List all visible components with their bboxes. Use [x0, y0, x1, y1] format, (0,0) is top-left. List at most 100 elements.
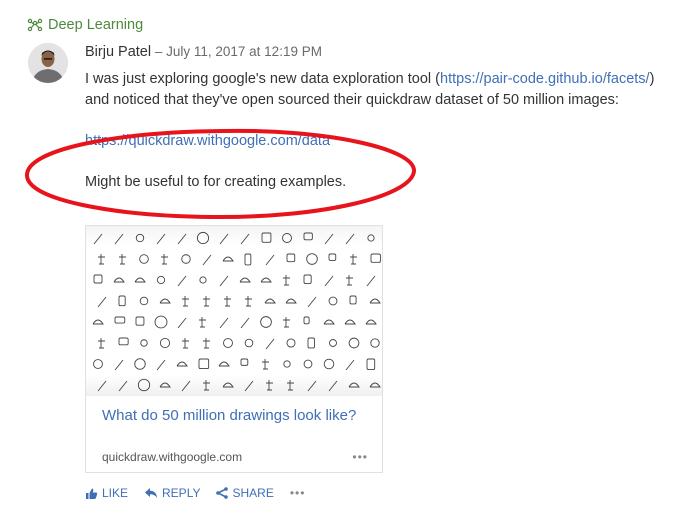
doodle	[222, 256, 234, 262]
doodle	[119, 254, 126, 265]
post-timestamp[interactable]: July 11, 2017 at 12:19 PM	[166, 44, 322, 59]
share-icon	[216, 487, 229, 499]
doodle	[199, 317, 206, 328]
doodle	[244, 380, 254, 392]
preview-source: quickdraw.withgoogle.com	[102, 450, 243, 464]
like-button[interactable]: LIKE	[85, 486, 128, 500]
doodle	[154, 315, 168, 329]
doodle	[156, 275, 166, 285]
doodle	[240, 317, 250, 329]
doodle	[328, 296, 338, 306]
doodle	[139, 296, 149, 306]
doodle	[139, 254, 149, 264]
link-preview-card[interactable]: What do 50 million drawings look like? q…	[85, 225, 383, 473]
doodle	[222, 382, 234, 388]
doodle	[137, 378, 151, 392]
doodle	[303, 232, 313, 241]
post-header: Birju Patel – July 11, 2017 at 12:19 PM	[85, 44, 322, 60]
doodle	[203, 296, 210, 307]
doodle	[98, 254, 105, 265]
quickdraw-data-link[interactable]: https://quickdraw.withgoogle.com/data	[85, 133, 330, 149]
doodle	[369, 298, 381, 304]
doodle-grid	[92, 231, 381, 392]
doodle	[283, 275, 290, 286]
doodle	[329, 339, 337, 347]
doodle	[159, 382, 171, 388]
closing-text: Might be useful to for creating examples…	[85, 174, 347, 190]
doodle	[219, 275, 229, 287]
facets-link[interactable]: https://pair-code.github.io/facets/	[440, 71, 650, 87]
doodle	[244, 338, 254, 348]
doodle	[344, 319, 356, 325]
doodle	[134, 358, 146, 370]
doodle	[98, 338, 105, 349]
doodle	[324, 233, 334, 245]
separator: –	[151, 44, 167, 59]
doodle	[328, 380, 338, 392]
doodle	[93, 274, 103, 284]
doodle	[218, 361, 230, 367]
doodle	[114, 359, 124, 371]
doodle	[199, 276, 207, 284]
doodle	[181, 254, 191, 264]
doodle	[283, 360, 291, 368]
reply-button[interactable]: REPLY	[144, 486, 200, 500]
like-label: LIKE	[102, 486, 129, 500]
share-label: SHARE	[232, 486, 274, 500]
group-breadcrumb[interactable]: Deep Learning	[27, 15, 143, 35]
doodle	[240, 358, 249, 366]
doodle	[307, 296, 317, 308]
doodle	[303, 274, 312, 284]
post-text: I was just exploring google's new data e…	[85, 71, 441, 87]
doodle	[92, 319, 104, 325]
doodle	[370, 253, 381, 263]
doodle	[182, 338, 189, 349]
doodle	[159, 298, 171, 304]
doodle	[177, 317, 187, 329]
doodle	[223, 338, 233, 348]
doodle	[118, 337, 129, 346]
doodle	[161, 254, 168, 265]
doodle	[93, 359, 103, 369]
doodle	[306, 253, 318, 265]
author-name[interactable]: Birju Patel	[85, 44, 151, 60]
doodle	[219, 233, 229, 245]
doodle	[196, 231, 210, 245]
preview-more-button[interactable]: •••	[352, 450, 368, 464]
preview-image[interactable]	[86, 226, 382, 396]
doodle	[114, 233, 124, 245]
doodle	[285, 298, 297, 304]
group-network-icon	[27, 18, 43, 32]
doodle	[156, 233, 166, 245]
doodle	[156, 359, 166, 371]
doodle	[348, 382, 360, 388]
doodle	[159, 337, 171, 349]
doodle	[303, 316, 310, 325]
post-paragraph: I was just exploring google's new data e…	[85, 69, 675, 111]
doodle	[282, 233, 292, 243]
share-button[interactable]: SHARE	[216, 486, 274, 500]
doodle	[140, 339, 148, 347]
doodle	[370, 338, 380, 348]
doodle	[245, 296, 252, 307]
doodle	[345, 233, 355, 245]
preview-title[interactable]: What do 50 million drawings look like?	[102, 407, 356, 424]
doodle	[176, 361, 188, 367]
more-actions-button[interactable]: •••	[290, 486, 306, 500]
doodle	[365, 319, 377, 325]
doodle	[349, 295, 357, 305]
post-body: I was just exploring google's new data e…	[85, 69, 675, 193]
doodle	[283, 317, 290, 328]
doodle	[118, 295, 126, 307]
doodle	[118, 380, 128, 392]
doodle	[303, 359, 313, 369]
doodle	[307, 380, 317, 392]
author-avatar[interactable]	[28, 43, 68, 83]
doodle	[97, 380, 107, 392]
doodle	[219, 317, 229, 329]
doodle	[244, 253, 252, 266]
doodle	[346, 275, 353, 286]
doodle	[113, 277, 125, 283]
group-name: Deep Learning	[48, 17, 144, 33]
doodle	[203, 380, 210, 391]
